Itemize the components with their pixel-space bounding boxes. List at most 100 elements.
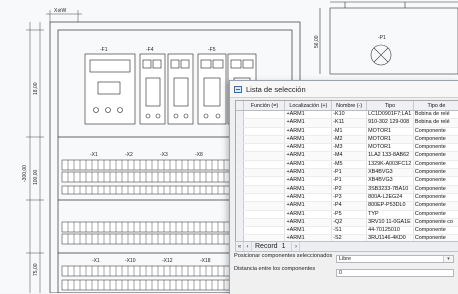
cell-location[interactable]: +ARM1 bbox=[284, 226, 333, 236]
column-header-type-of[interactable]: Tipo de bbox=[413, 101, 458, 111]
table-row[interactable]: +ARM1 -P1 XB4BVG3 Componente bbox=[236, 176, 458, 186]
cell-location[interactable]: +ARM1 bbox=[284, 127, 333, 136]
cell-type-of[interactable]: Componente bbox=[413, 151, 458, 161]
cell-name[interactable]: -K11 bbox=[331, 118, 368, 128]
row-selector[interactable] bbox=[236, 135, 245, 145]
selection-list-dialog[interactable]: Lista de selección Función (=) Localizac… bbox=[229, 80, 458, 294]
cell-type-of[interactable]: Componente bbox=[413, 127, 458, 136]
cell-type-of[interactable]: Componente bbox=[413, 135, 458, 145]
cell-function[interactable] bbox=[243, 127, 286, 136]
cell-type[interactable]: TYP bbox=[366, 210, 414, 219]
cell-name[interactable]: -P1 bbox=[331, 176, 368, 186]
cell-type-of[interactable]: Componente bbox=[413, 210, 458, 219]
cell-name[interactable]: -P1 bbox=[331, 168, 368, 178]
column-header-function[interactable]: Función (=) bbox=[243, 101, 286, 111]
next-record-button[interactable]: › bbox=[291, 242, 301, 251]
cell-location[interactable]: +ARM1 bbox=[284, 185, 333, 194]
cell-type[interactable]: 1329K-A003FC12 bbox=[366, 160, 414, 170]
table-row[interactable]: +ARM1 -P5 TYP Componente bbox=[236, 210, 458, 219]
cell-name[interactable]: -M1 bbox=[331, 127, 368, 136]
cell-name[interactable]: -M4 bbox=[331, 151, 368, 161]
cell-function[interactable] bbox=[243, 110, 286, 120]
cell-type[interactable]: XB4BVG3 bbox=[366, 168, 414, 178]
cell-type-of[interactable]: Componente bbox=[413, 193, 458, 203]
row-selector[interactable] bbox=[236, 118, 245, 128]
cell-type-of[interactable]: Componente bbox=[413, 160, 458, 170]
cell-function[interactable] bbox=[243, 135, 286, 145]
cell-type-of[interactable]: Componente bbox=[413, 143, 458, 153]
table-row[interactable]: +ARM1 -K11 910-302 129-008 Bobina de relé bbox=[236, 118, 458, 128]
row-selector[interactable] bbox=[236, 168, 245, 178]
cell-function[interactable] bbox=[243, 118, 286, 128]
cell-function[interactable] bbox=[243, 210, 286, 219]
table-row[interactable]: +ARM1 -M2 MOTOR1 Componente bbox=[236, 135, 458, 145]
cell-type[interactable]: 910-302 129-008 bbox=[366, 118, 414, 128]
dialog-title-bar[interactable]: Lista de selección bbox=[230, 81, 458, 98]
cell-location[interactable]: +ARM1 bbox=[284, 143, 333, 153]
row-selector[interactable] bbox=[236, 143, 245, 153]
cell-type-of[interactable]: Componente bbox=[413, 201, 458, 211]
cell-function[interactable] bbox=[243, 168, 286, 178]
cell-name[interactable]: -M3 bbox=[331, 143, 368, 153]
cell-name[interactable]: -P5 bbox=[331, 210, 368, 219]
row-selector-header[interactable] bbox=[236, 101, 245, 111]
cell-name[interactable]: -S1 bbox=[331, 226, 368, 236]
table-row[interactable]: +ARM1 -M4 1LA2 133-8AB62 Componente bbox=[236, 151, 458, 161]
row-selector[interactable] bbox=[236, 151, 245, 161]
cell-function[interactable] bbox=[243, 151, 286, 161]
table-row[interactable]: +ARM1 -Q2 3RV10 11-0GA1E Componente co bbox=[236, 218, 458, 228]
cell-location[interactable]: +ARM1 bbox=[284, 110, 333, 120]
component-grid[interactable]: Función (=) Localización (+) Nombre (-) … bbox=[235, 100, 458, 242]
column-header-name[interactable]: Nombre (-) bbox=[331, 101, 368, 111]
table-row[interactable]: +ARM1 -M5 1329K-A003FC12 Componente bbox=[236, 160, 458, 170]
cell-function[interactable] bbox=[243, 193, 286, 203]
table-row[interactable]: +ARM1 -S1 44-70125010 Componente bbox=[236, 226, 458, 236]
cell-function[interactable] bbox=[243, 218, 286, 228]
cell-type-of[interactable]: Bobina de relé bbox=[413, 118, 458, 128]
cell-function[interactable] bbox=[243, 201, 286, 211]
table-row[interactable]: +ARM1 -P4 800EP-P53DL0 Componente bbox=[236, 201, 458, 211]
row-selector[interactable] bbox=[236, 176, 245, 186]
cell-type[interactable]: 800A-L2EG24 bbox=[366, 193, 414, 203]
cell-type[interactable]: 44-70125010 bbox=[366, 226, 414, 236]
cell-type-of[interactable]: Componente bbox=[413, 168, 458, 178]
table-row[interactable]: +ARM1 -M3 MOTOR1 Componente bbox=[236, 143, 458, 153]
cell-name[interactable]: -P3 bbox=[331, 193, 368, 203]
column-header-type[interactable]: Tipo bbox=[366, 101, 414, 111]
cell-type-of[interactable]: Componente bbox=[413, 176, 458, 186]
cell-location[interactable]: +ARM1 bbox=[284, 151, 333, 161]
cell-function[interactable] bbox=[243, 160, 286, 170]
row-selector[interactable] bbox=[236, 110, 245, 120]
row-selector[interactable] bbox=[236, 193, 245, 203]
cell-type[interactable]: XB4BVG3 bbox=[366, 176, 414, 186]
cell-type[interactable]: 3RV10 11-0GA1E bbox=[366, 218, 414, 228]
row-selector[interactable] bbox=[236, 201, 245, 211]
cell-function[interactable] bbox=[243, 143, 286, 153]
cell-location[interactable]: +ARM1 bbox=[284, 176, 333, 186]
previous-record-button[interactable]: ‹ bbox=[244, 242, 252, 251]
cell-location[interactable]: +ARM1 bbox=[284, 193, 333, 203]
table-row[interactable]: +ARM1 -P1 XB4BVG3 Componente bbox=[236, 168, 458, 178]
cell-type-of[interactable]: Componente bbox=[413, 185, 458, 194]
cell-name[interactable]: -K10 bbox=[331, 110, 368, 120]
position-dropdown[interactable]: Libre ▾ bbox=[336, 255, 454, 263]
table-row[interactable]: +ARM1 -K10 LC1D0901F7;LA1 Bobina de relé bbox=[236, 110, 458, 120]
distance-input[interactable]: 0 bbox=[336, 269, 454, 277]
cell-type[interactable]: MOTOR1 bbox=[366, 135, 414, 145]
cell-name[interactable]: -P2 bbox=[331, 185, 368, 194]
row-selector[interactable] bbox=[236, 185, 245, 194]
table-row[interactable]: +ARM1 -M1 MOTOR1 Componente bbox=[236, 127, 458, 136]
cell-type[interactable]: MOTOR1 bbox=[366, 143, 414, 153]
cell-name[interactable]: -P4 bbox=[331, 201, 368, 211]
row-selector[interactable] bbox=[236, 160, 245, 170]
first-record-button[interactable]: « bbox=[236, 242, 244, 251]
cell-type[interactable]: 800EP-P53DL0 bbox=[366, 201, 414, 211]
cell-function[interactable] bbox=[243, 176, 286, 186]
cell-function[interactable] bbox=[243, 185, 286, 194]
row-selector[interactable] bbox=[236, 226, 245, 236]
cell-location[interactable]: +ARM1 bbox=[284, 218, 333, 228]
cell-type[interactable]: 3SB3233-7BA10 bbox=[366, 185, 414, 194]
cell-type-of[interactable]: Componente co bbox=[413, 218, 458, 228]
cell-type[interactable]: 1LA2 133-8AB62 bbox=[366, 151, 414, 161]
table-row[interactable]: +ARM1 -P3 800A-L2EG24 Componente bbox=[236, 193, 458, 203]
